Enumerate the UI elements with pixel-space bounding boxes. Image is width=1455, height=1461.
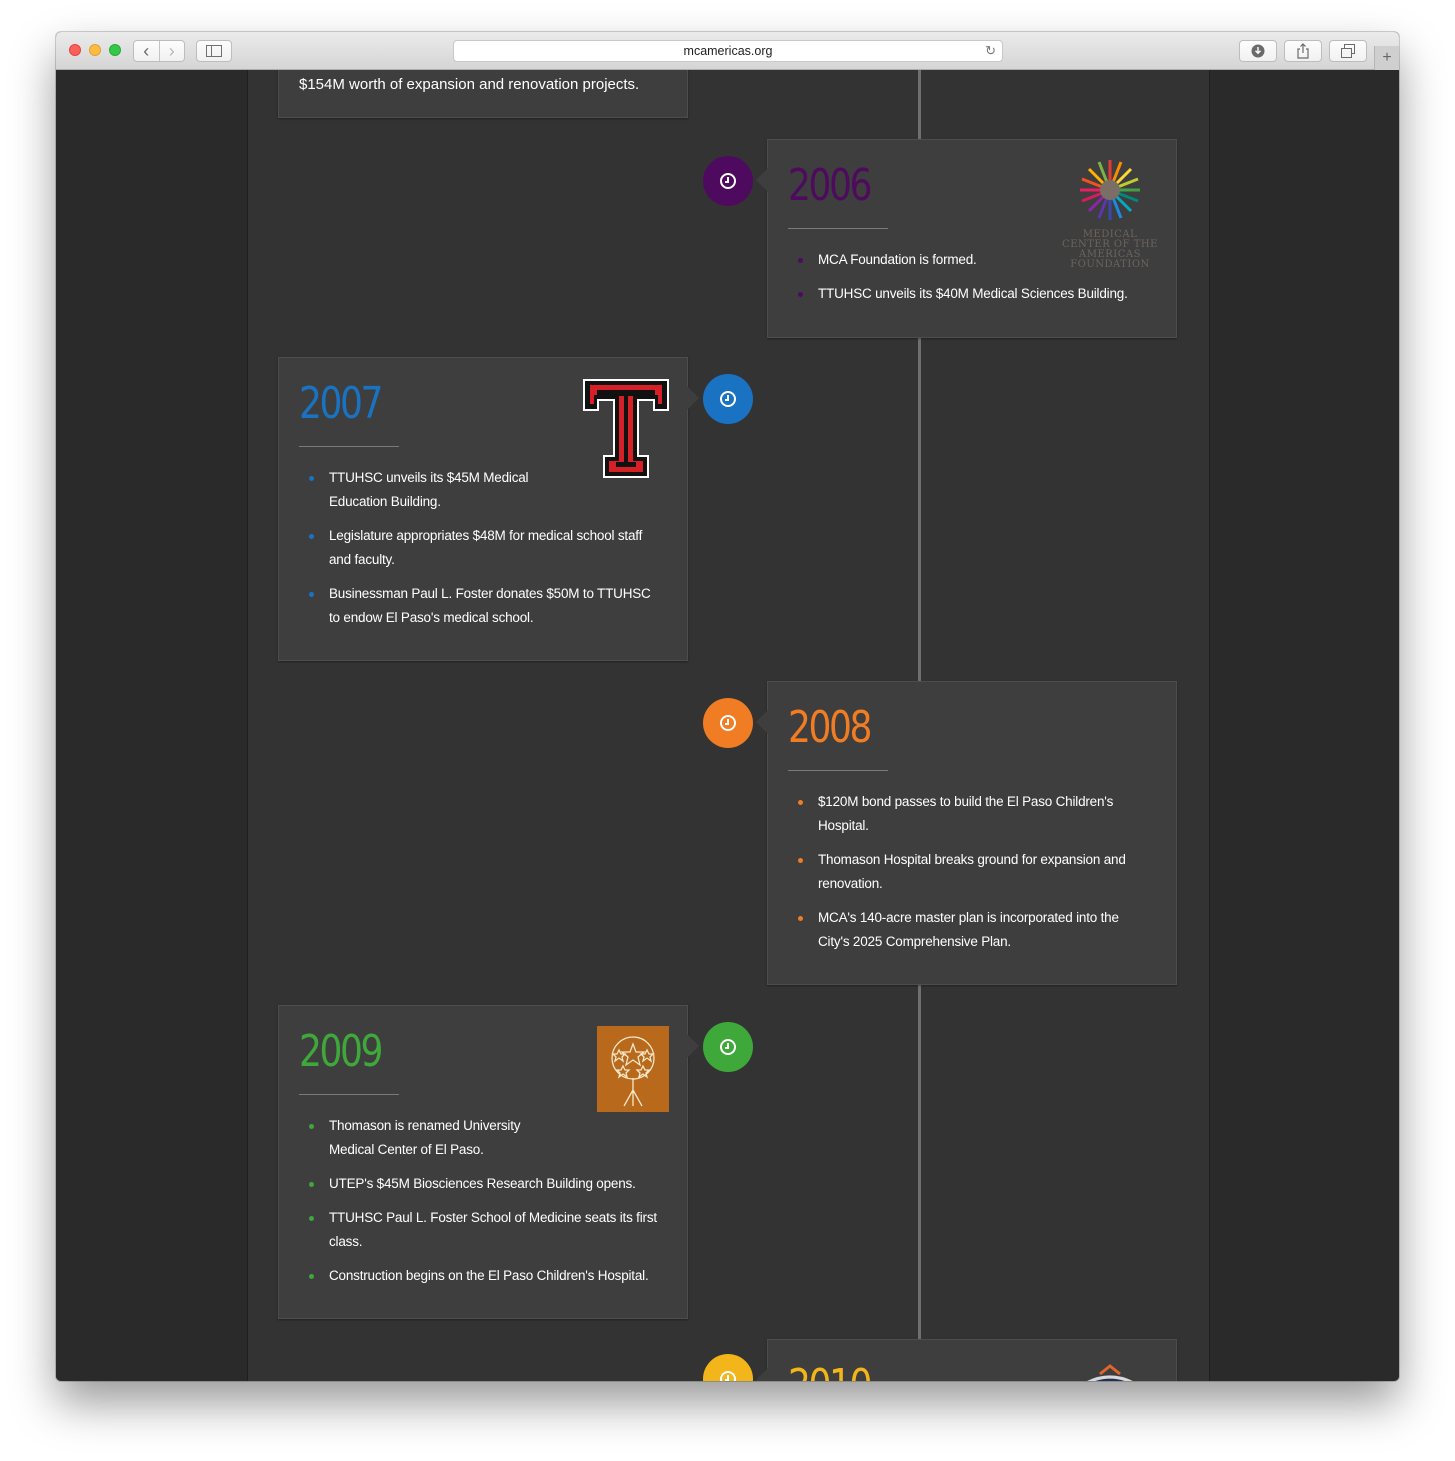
card-text: $154M worth of expansion and renovation … [299, 76, 640, 93]
chevron-right-icon: › [168, 40, 175, 61]
back-button[interactable]: ‹ [134, 41, 160, 61]
milestone-list-continued: Legislature appropriates $48M for medica… [309, 524, 659, 640]
year-heading: 2006 [788, 160, 872, 211]
download-icon [1251, 44, 1265, 58]
year-divider [299, 446, 399, 447]
share-icon [1297, 43, 1309, 59]
timeline-marker-2006[interactable] [703, 156, 753, 206]
year-divider [788, 228, 888, 229]
milestone-list: MCA Foundation is formed. TTUHSC unveils… [798, 248, 1128, 316]
milestone-item: $120M bond passes to build the El Paso C… [798, 790, 1143, 838]
milestone-item: UTEP's $45M Biosciences Research Buildin… [309, 1172, 659, 1196]
bullet-icon [309, 1274, 314, 1279]
timeline-section: $154M worth of expansion and renovation … [247, 70, 1210, 1381]
umc-tree-logo [597, 1026, 669, 1112]
minimize-window-button[interactable] [89, 44, 101, 56]
timeline-card-2006: 2006 MEDICAL CENTER OF THE AMERICAS FOUN… [756, 139, 1177, 338]
milestone-list: TTUHSC unveils its $45M Medical Educatio… [309, 466, 559, 524]
forward-button[interactable]: › [160, 41, 185, 61]
new-tab-button[interactable]: + [1374, 46, 1399, 70]
milestone-item: MCA's 140-acre master plan is incorporat… [798, 906, 1143, 954]
milestone-list: Thomason is renamed University Medical C… [309, 1114, 559, 1172]
milestone-item: Thomason is renamed University Medical C… [309, 1114, 559, 1162]
plus-icon: + [1382, 49, 1392, 66]
milestone-item: TTUHSC Paul L. Foster School of Medicine… [309, 1206, 659, 1254]
card-pointer [756, 710, 768, 734]
browser-window: ‹ › mcamericas.org ↻ + $154M worth of ex… [56, 32, 1399, 1381]
bullet-icon [309, 1124, 314, 1129]
bullet-icon [309, 534, 314, 539]
milestone-item: Legislature appropriates $48M for medica… [309, 524, 659, 572]
timeline-marker-2010[interactable] [703, 1354, 753, 1381]
milestone-item: Thomason Hospital breaks ground for expa… [798, 848, 1143, 896]
year-divider [299, 1094, 399, 1095]
bullet-icon [309, 1216, 314, 1221]
reload-icon[interactable]: ↻ [985, 43, 996, 59]
clock-icon [720, 1039, 736, 1055]
timeline-marker-2008[interactable] [703, 698, 753, 748]
address-bar[interactable]: mcamericas.org ↻ [453, 40, 1003, 62]
texas-tech-logo [583, 379, 669, 478]
clock-icon [720, 391, 736, 407]
year-heading: 2010 [788, 1364, 872, 1382]
year-divider [788, 770, 888, 771]
milestone-item: TTUHSC unveils its $40M Medical Sciences… [798, 282, 1128, 306]
milestone-list: $120M bond passes to build the El Paso C… [798, 790, 1143, 964]
sidebar-icon [206, 45, 222, 57]
chevron-left-icon: ‹ [143, 40, 150, 61]
tabs-icon [1341, 44, 1355, 58]
bullet-icon [798, 858, 803, 863]
downloads-button[interactable] [1239, 40, 1277, 62]
share-button[interactable] [1284, 40, 1322, 62]
card-pointer [687, 386, 699, 410]
url-text: mcamericas.org [683, 44, 773, 58]
timeline-card-2009: 2009 Thomason is renamed University Medi… [278, 1005, 699, 1319]
clock-icon [720, 173, 736, 189]
timeline-marker-2007[interactable] [703, 374, 753, 424]
year-heading: 2009 [299, 1026, 383, 1077]
browser-toolbar: ‹ › mcamericas.org ↻ + [56, 32, 1399, 70]
zoom-window-button[interactable] [109, 44, 121, 56]
page-viewport[interactable]: $154M worth of expansion and renovation … [56, 70, 1399, 1381]
timeline-card-2007: 2007 TTUHSC unveils its $45M Medical Edu… [278, 357, 699, 661]
clock-icon [720, 1371, 736, 1381]
milestone-item: Construction begins on the El Paso Child… [309, 1264, 659, 1288]
card-pointer [756, 1368, 768, 1381]
timeline-card-2010: 2010 [756, 1339, 1177, 1382]
close-window-button[interactable] [69, 44, 81, 56]
sidebar-button[interactable] [196, 40, 232, 62]
bullet-icon [798, 258, 803, 263]
year-heading: 2008 [788, 702, 872, 753]
bullet-icon [309, 476, 314, 481]
milestone-item: Businessman Paul L. Foster donates $50M … [309, 582, 659, 630]
show-tabs-button[interactable] [1329, 40, 1367, 62]
milestone-item: MCA Foundation is formed. [798, 248, 1128, 272]
timeline-marker-2009[interactable] [703, 1022, 753, 1072]
mca-foundation-logo: MEDICAL CENTER OF THE AMERICAS FOUNDATIO… [1058, 158, 1162, 270]
clock-icon [720, 715, 736, 731]
bullet-icon [309, 592, 314, 597]
milestone-list-continued: UTEP's $45M Biosciences Research Buildin… [309, 1172, 659, 1298]
timeline-card-partial: $154M worth of expansion and renovation … [278, 70, 688, 118]
year-heading: 2007 [299, 378, 383, 429]
timeline-card-2008: 2008 $120M bond passes to build the El P… [756, 681, 1177, 985]
bullet-icon [798, 916, 803, 921]
bullet-icon [798, 800, 803, 805]
partial-logo [1087, 1364, 1133, 1381]
card-pointer [687, 1034, 699, 1058]
milestone-item: TTUHSC unveils its $45M Medical Educatio… [309, 466, 559, 514]
navigation-buttons: ‹ › [133, 40, 185, 62]
rainbow-burst-icon [1080, 160, 1140, 220]
bullet-icon [309, 1182, 314, 1187]
card-pointer [756, 168, 768, 192]
bullet-icon [798, 292, 803, 297]
